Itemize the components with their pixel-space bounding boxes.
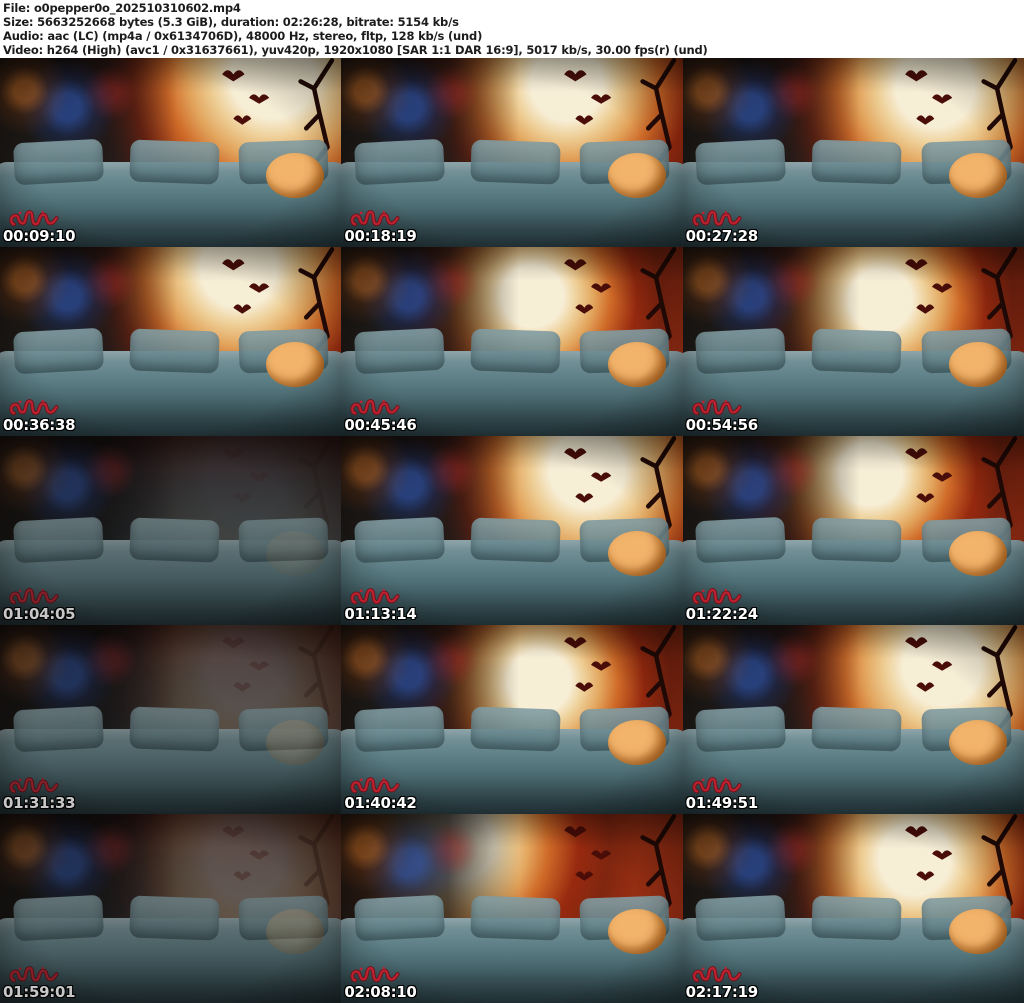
timestamp-label: 01:49:51 [685,794,759,812]
metadata-header: File: o0pepper0o_202510310602.mp4 Size: … [0,0,1024,58]
timestamp-label: 00:36:38 [3,416,76,434]
video-thumbnail: 00:09:10 [0,58,342,247]
video-thumbnail: 01:13:14 [341,436,683,625]
video-thumbnail: 00:18:19 [341,58,683,247]
timestamp-label: 01:22:24 [685,605,759,623]
video-thumbnail: 01:40:42 [341,625,683,814]
timestamp-label: 02:08:10 [344,983,417,1001]
metadata-line-video: Video: h264 (High) (avc1 / 0x31637661), … [3,43,708,57]
timestamp-label: 00:45:46 [344,416,417,434]
timestamp-label: 01:59:01 [3,983,76,1001]
video-thumbnail: 00:36:38 [0,247,342,436]
video-thumbnail: 00:54:56 [682,247,1024,436]
metadata-line-audio: Audio: aac (LC) (mp4a / 0x6134706D), 480… [3,29,483,43]
video-thumbnail: 02:17:19 [682,814,1024,1003]
video-thumbnail: 01:31:33 [0,625,342,814]
video-thumbnail: 01:04:05 [0,436,342,625]
metadata-line-file: File: o0pepper0o_202510310602.mp4 [3,1,241,15]
metadata-line-size: Size: 5663252668 bytes (5.3 GiB), durati… [3,15,459,29]
video-thumbnail: 00:27:28 [682,58,1024,247]
timestamp-label: 00:18:19 [344,227,417,245]
timestamp-label: 01:40:42 [344,794,417,812]
timestamp-label: 02:17:19 [685,983,759,1001]
video-contact-sheet: File: o0pepper0o_202510310602.mp4 Size: … [0,0,1024,1003]
video-thumbnail: 01:59:01 [0,814,342,1003]
timestamp-label: 00:09:10 [3,227,76,245]
video-thumbnail: 02:08:10 [341,814,683,1003]
video-thumbnail: 01:22:24 [682,436,1024,625]
timestamp-label: 01:04:05 [3,605,76,623]
timestamp-label: 00:54:56 [685,416,759,434]
thumbnail-grid: 00:09:10 00:18:19 00:27:28 00:36:38 00:4… [0,58,1024,1003]
timestamp-label: 01:13:14 [344,605,417,623]
video-thumbnail: 00:45:46 [341,247,683,436]
video-thumbnail: 01:49:51 [682,625,1024,814]
timestamp-label: 00:27:28 [685,227,759,245]
timestamp-label: 01:31:33 [3,794,76,812]
